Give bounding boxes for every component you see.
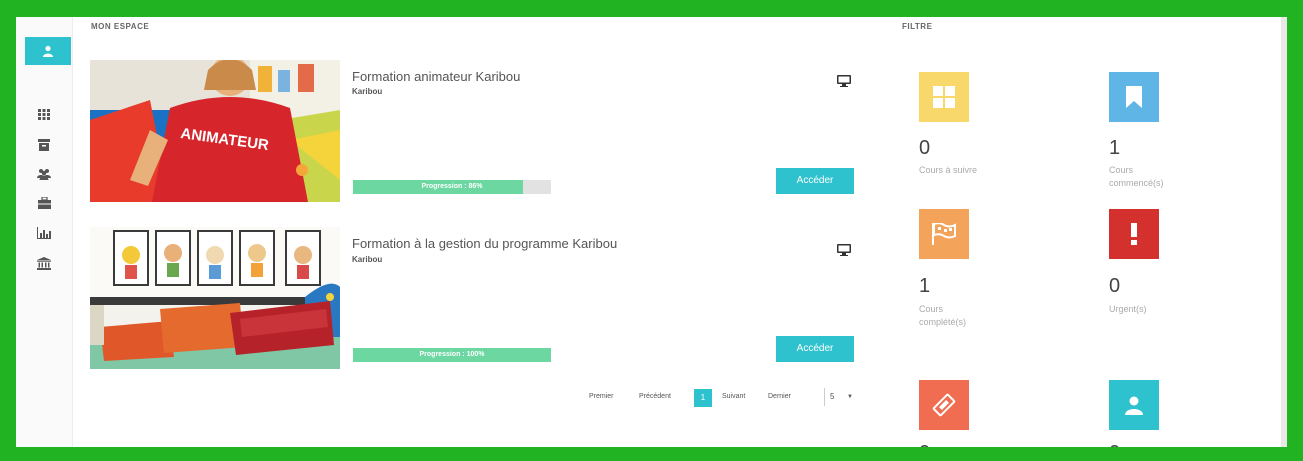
filter-count: 0: [919, 137, 931, 159]
grid-icon: [933, 86, 955, 108]
grid-icon[interactable]: [36, 106, 52, 122]
institution-icon[interactable]: [36, 255, 52, 271]
scrollbar[interactable]: [1281, 17, 1287, 449]
monitor-icon: [837, 244, 851, 256]
filter-tile-ticket[interactable]: [919, 380, 969, 430]
progress-bar: Progression : 100%: [353, 348, 551, 362]
exclamation-icon: [1131, 223, 1137, 245]
filter-count: 0: [1109, 442, 1120, 449]
filter-label: Cours à suivre: [919, 165, 978, 175]
user-icon: [1125, 396, 1143, 415]
course-subtitle: Karibou: [352, 87, 383, 96]
pagination-previous[interactable]: Précédent: [639, 393, 671, 400]
progress-label: Progression : 86%: [421, 183, 483, 190]
sidebar: [16, 17, 73, 449]
filter-tile-completed[interactable]: [919, 209, 969, 259]
ticket-icon: [932, 393, 956, 417]
filter-tile-user[interactable]: [1109, 380, 1159, 430]
user-menu-button[interactable]: [25, 37, 71, 65]
progress-bar: Progression : 86%: [353, 180, 551, 194]
course-thumbnail-gestion[interactable]: [90, 227, 340, 369]
monitor-icon: [837, 75, 851, 87]
filter-count: 1: [919, 275, 931, 297]
course-title[interactable]: Formation animateur Karibou: [352, 69, 520, 84]
filter-count: 0: [919, 442, 930, 449]
pagination-last[interactable]: Dernier: [768, 393, 791, 400]
pagination-next[interactable]: Suivant: [722, 393, 745, 400]
pagination-current-page[interactable]: 1: [694, 389, 712, 407]
filter-label: Cours complété(s): [919, 304, 967, 327]
pagination-first[interactable]: Premier: [589, 393, 614, 400]
filter-tile-urgent[interactable]: [1109, 209, 1159, 259]
flag-icon: [932, 223, 956, 245]
progress-label: Progression : 100%: [419, 351, 485, 358]
course-thumbnail-animateur[interactable]: ANIMATEUR: [90, 60, 340, 202]
filter-tile-started[interactable]: [1109, 72, 1159, 122]
page-size-select[interactable]: 5 ▼: [824, 388, 858, 406]
chevron-down-icon: ▼: [847, 394, 853, 400]
page-size-value: 5: [830, 392, 835, 401]
briefcase-icon[interactable]: [36, 195, 52, 211]
filter-label: Cours commencé(s): [1109, 165, 1164, 188]
section-title-filter: FILTRE: [902, 22, 933, 31]
access-course-button[interactable]: Accéder: [776, 336, 854, 362]
bookmark-icon: [1126, 86, 1142, 108]
filter-count: 1: [1109, 137, 1121, 159]
filter-label: Urgent(s): [1109, 304, 1147, 314]
archive-icon[interactable]: [36, 137, 52, 153]
filter-tile-to-follow[interactable]: [919, 72, 969, 122]
course-subtitle: Karibou: [352, 255, 383, 264]
bar-chart-icon[interactable]: [36, 225, 52, 241]
user-icon: [43, 45, 53, 57]
course-title[interactable]: Formation à la gestion du programme Kari…: [352, 236, 617, 251]
users-icon[interactable]: [36, 166, 52, 182]
section-title-my-space: MON ESPACE: [91, 22, 150, 31]
access-course-button[interactable]: Accéder: [776, 168, 854, 194]
filter-count: 0: [1109, 275, 1121, 297]
app-screen: MON ESPACE FILTRE ANIMATEUR Formation an…: [16, 17, 1287, 449]
